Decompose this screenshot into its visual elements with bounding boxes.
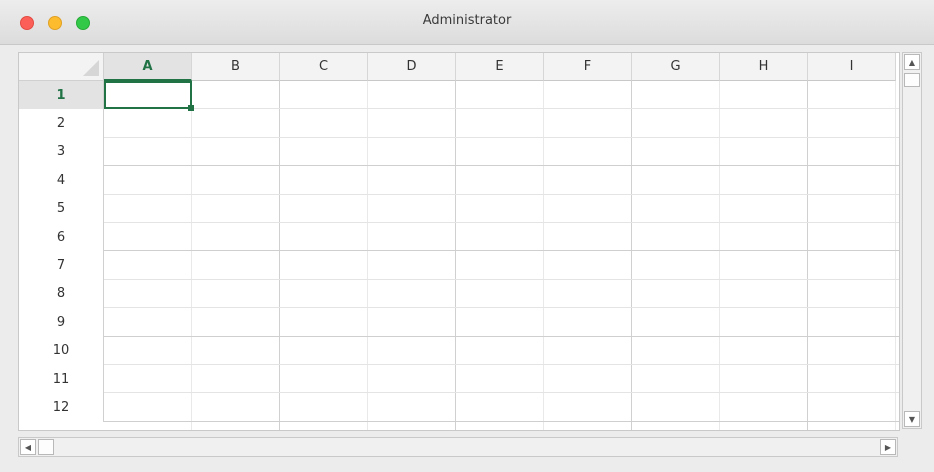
grid-row-line (104, 335, 899, 337)
grid-row-line (104, 278, 899, 280)
title-bar[interactable]: Administrator (0, 0, 934, 45)
horizontal-scroll-thumb[interactable] (38, 439, 54, 455)
row-header-12[interactable]: 12 (19, 393, 104, 422)
grid-column-line (367, 53, 368, 430)
scroll-left-button[interactable]: ◀ (20, 439, 36, 455)
scroll-down-button[interactable]: ▼ (904, 411, 920, 427)
chevron-up-icon: ▲ (908, 57, 916, 67)
chevron-down-icon: ▼ (908, 414, 916, 424)
row-header-9[interactable]: 9 (19, 308, 104, 337)
grid-column-line (455, 53, 456, 430)
grid-row-line (104, 250, 899, 252)
select-all-triangle-icon (83, 60, 99, 76)
column-header-b[interactable]: B (192, 53, 280, 81)
spreadsheet-grid[interactable]: A B C D E F G H I 1 2 3 4 5 6 7 8 9 10 11 12 (18, 52, 900, 431)
column-header-g[interactable]: G (632, 53, 720, 81)
column-header-f[interactable]: F (544, 53, 632, 81)
grid-row-line (104, 165, 899, 167)
window-title: Administrator (422, 13, 512, 28)
grid-column-line (719, 53, 720, 430)
column-header-a[interactable]: A (104, 53, 192, 81)
grid-column-line (631, 53, 632, 430)
row-header-7[interactable]: 7 (19, 251, 104, 280)
column-header-e[interactable]: E (456, 53, 544, 81)
grid-row-line (104, 307, 899, 309)
column-header-c[interactable]: C (280, 53, 368, 81)
vertical-scroll-thumb[interactable] (904, 73, 920, 87)
scroll-right-button[interactable]: ▶ (880, 439, 896, 455)
row-header-6[interactable]: 6 (19, 223, 104, 252)
scroll-up-button[interactable]: ▲ (904, 54, 920, 70)
select-all-corner[interactable] (19, 53, 104, 81)
column-header-h[interactable]: H (720, 53, 808, 81)
row-header-2[interactable]: 2 (19, 109, 104, 138)
vertical-scrollbar[interactable]: ▲ ▼ (902, 52, 922, 429)
grid-row-line (104, 364, 899, 365)
row-header-11[interactable]: 11 (19, 365, 104, 394)
grid-column-line (543, 53, 544, 430)
grid-row-line (104, 222, 899, 223)
grid-column-line (807, 53, 808, 430)
fill-handle[interactable] (188, 105, 194, 111)
active-cell-a1[interactable] (104, 81, 194, 111)
grid-row-line (104, 420, 899, 422)
column-header-d[interactable]: D (368, 53, 456, 81)
grid-column-line (279, 53, 280, 430)
grid-row-line (104, 136, 899, 138)
grid-row-line (104, 193, 899, 195)
horizontal-scrollbar[interactable]: ◀ ▶ (18, 437, 898, 457)
row-header-4[interactable]: 4 (19, 166, 104, 195)
row-header-3[interactable]: 3 (19, 137, 104, 167)
chevron-right-icon: ▶ (884, 442, 892, 452)
app-window: Administrator A B C D E F G H I 1 2 3 4 5 6 7 8 9 10 11 12 ▲… (0, 0, 934, 472)
row-header-8[interactable]: 8 (19, 279, 104, 309)
column-header-i[interactable]: I (808, 53, 896, 81)
grid-row-line (104, 108, 899, 110)
grid-row-line (104, 392, 899, 394)
row-header-10[interactable]: 10 (19, 336, 104, 365)
row-header-5[interactable]: 5 (19, 194, 104, 223)
row-header-1[interactable]: 1 (19, 81, 104, 110)
grid-column-line (895, 53, 896, 430)
chevron-left-icon: ◀ (24, 442, 32, 452)
